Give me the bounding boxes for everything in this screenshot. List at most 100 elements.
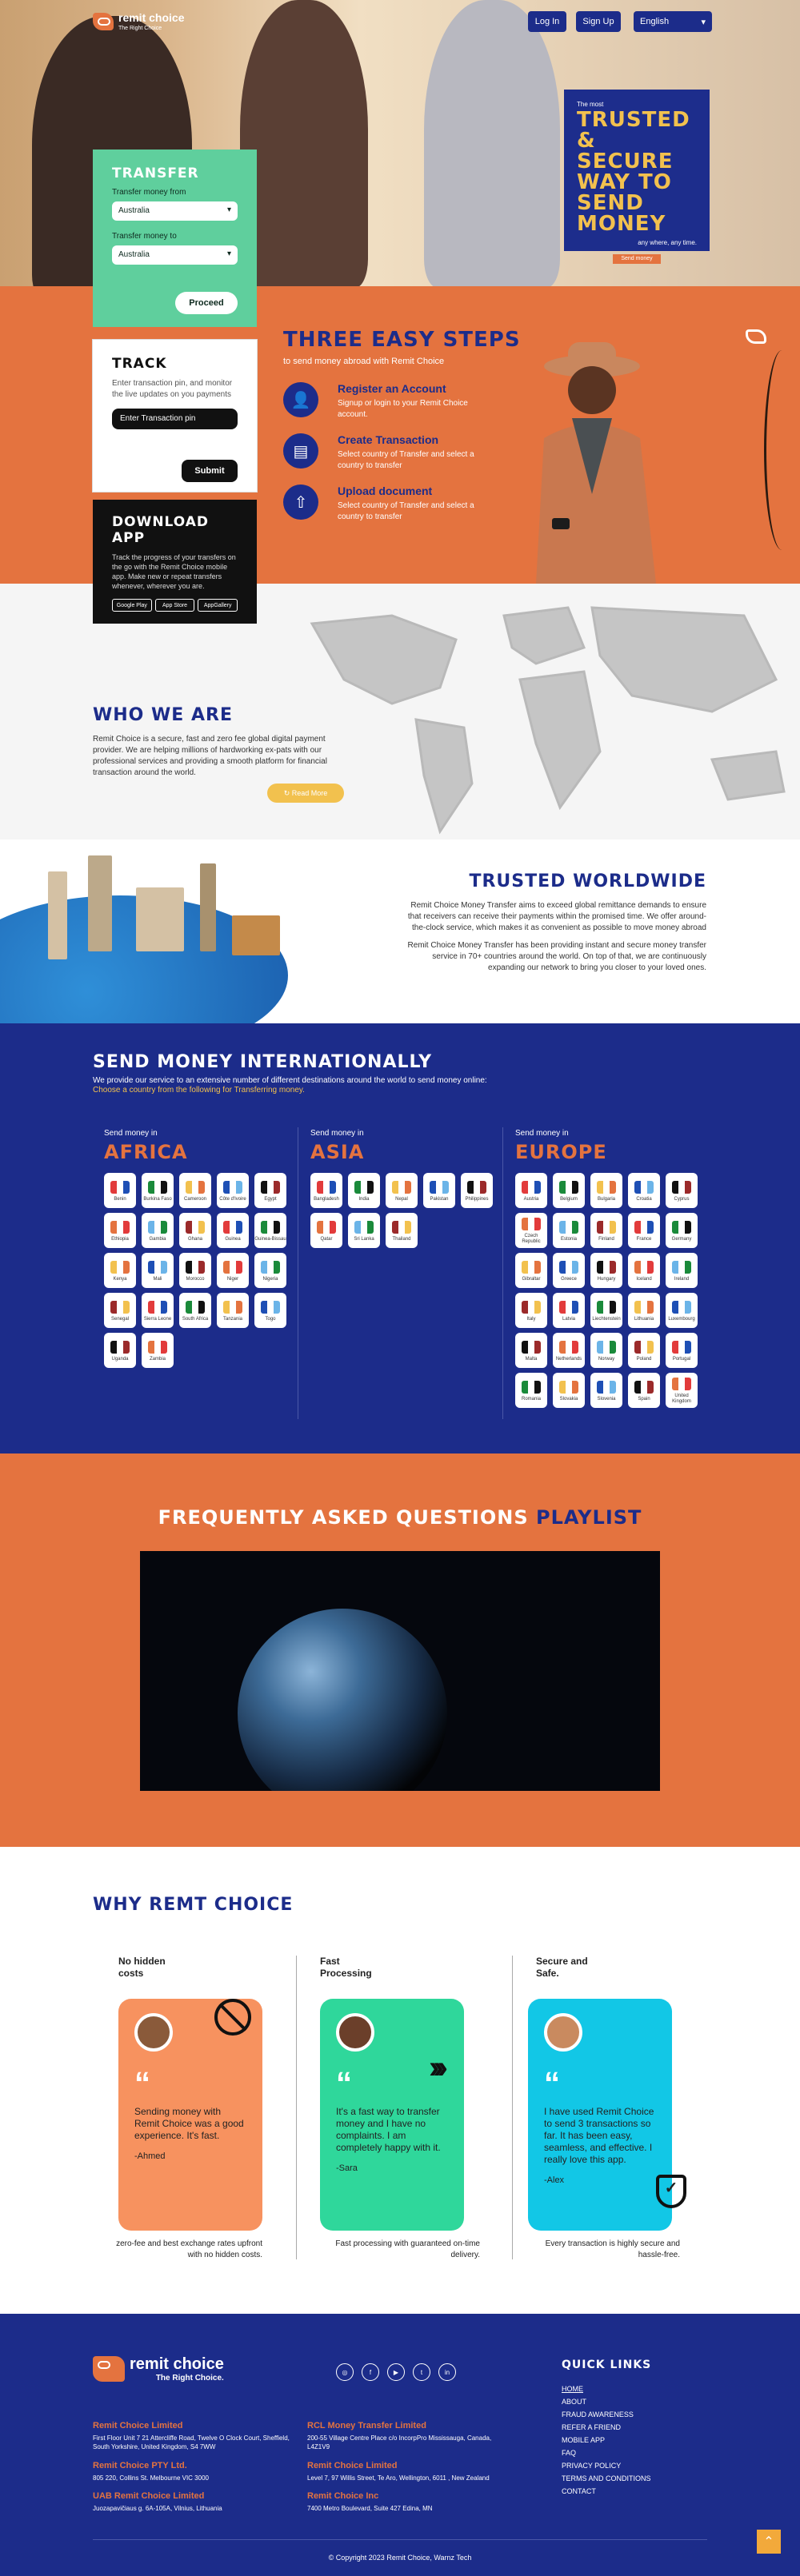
header-logo[interactable]: remit choice The Right Choice: [93, 11, 184, 31]
country-button[interactable]: Ethiopia: [104, 1213, 136, 1248]
country-button[interactable]: Greece: [553, 1253, 585, 1288]
country-button[interactable]: Mali: [142, 1253, 174, 1288]
app-store-badge[interactable]: App Store: [154, 599, 195, 612]
signup-button[interactable]: Sign Up: [576, 11, 621, 32]
country-button[interactable]: Guinea-Bissau: [254, 1213, 286, 1248]
footer-divider: [93, 2539, 707, 2540]
country-button[interactable]: Finland: [590, 1213, 622, 1248]
submit-button[interactable]: Submit: [182, 460, 238, 482]
country-button[interactable]: France: [628, 1213, 660, 1248]
country-button[interactable]: Liechtenstein: [590, 1293, 622, 1328]
instagram-icon[interactable]: ◎: [336, 2363, 354, 2381]
country-button[interactable]: Tanzania: [217, 1293, 249, 1328]
country-button[interactable]: Kenya: [104, 1253, 136, 1288]
country-button[interactable]: Netherlands: [553, 1333, 585, 1368]
country-button[interactable]: Egypt: [254, 1173, 286, 1208]
country-button[interactable]: Senegal: [104, 1293, 136, 1328]
country-button[interactable]: Cameroon: [179, 1173, 211, 1208]
country-button[interactable]: Qatar: [310, 1213, 342, 1248]
send-money-section: SEND MONEY INTERNATIONALLY We provide ou…: [0, 1023, 800, 1453]
country-button[interactable]: India: [348, 1173, 380, 1208]
poster-button[interactable]: Send money: [613, 254, 661, 264]
footer-link-about[interactable]: ABOUT: [562, 2395, 651, 2408]
country-button[interactable]: Ireland: [666, 1253, 698, 1288]
country-button[interactable]: Philippines: [461, 1173, 493, 1208]
language-select[interactable]: English ▾: [634, 11, 712, 32]
country-button[interactable]: Lithuania: [628, 1293, 660, 1328]
country-button[interactable]: Sierra Leone: [142, 1293, 174, 1328]
country-button[interactable]: Latvia: [553, 1293, 585, 1328]
country-button[interactable]: Malta: [515, 1333, 547, 1368]
twitter-icon[interactable]: t: [413, 2363, 430, 2381]
country-button[interactable]: Gambia: [142, 1213, 174, 1248]
footer-link-mobile[interactable]: MOBILE APP: [562, 2434, 651, 2446]
country-button[interactable]: Hungary: [590, 1253, 622, 1288]
country-button[interactable]: Togo: [254, 1293, 286, 1328]
footer-link-refer[interactable]: REFER A FRIEND: [562, 2421, 651, 2434]
youtube-icon[interactable]: ▶: [387, 2363, 405, 2381]
country-button[interactable]: Slovakia: [553, 1373, 585, 1408]
footer-link-privacy[interactable]: PRIVACY POLICY: [562, 2459, 651, 2472]
linkedin-icon[interactable]: in: [438, 2363, 456, 2381]
country-button[interactable]: Austria: [515, 1173, 547, 1208]
country-name: Finland: [598, 1236, 614, 1242]
country-button[interactable]: Croatia: [628, 1173, 660, 1208]
region-name: AFRICA: [104, 1141, 188, 1163]
proceed-button[interactable]: Proceed: [175, 292, 238, 314]
country-button[interactable]: Estonia: [553, 1213, 585, 1248]
country-button[interactable]: Bangladesh: [310, 1173, 342, 1208]
country-button[interactable]: Guinea: [217, 1213, 249, 1248]
footer-link-fraud[interactable]: FRAUD AWARENESS: [562, 2408, 651, 2421]
country-button[interactable]: Gibraltar: [515, 1253, 547, 1288]
country-button[interactable]: Norway: [590, 1333, 622, 1368]
country-button[interactable]: Burkina Faso: [142, 1173, 174, 1208]
footer-link-faq[interactable]: FAQ: [562, 2446, 651, 2459]
country-button[interactable]: Côte d'Ivoire: [217, 1173, 249, 1208]
country-button[interactable]: Belgium: [553, 1173, 585, 1208]
country-button[interactable]: Pakistan: [423, 1173, 455, 1208]
who-text: Remit Choice is a secure, fast and zero …: [93, 735, 327, 777]
country-button[interactable]: Slovenia: [590, 1373, 622, 1408]
country-button[interactable]: Czech Republic: [515, 1213, 547, 1248]
country-button[interactable]: Romania: [515, 1373, 547, 1408]
country-button[interactable]: Luxembourg: [666, 1293, 698, 1328]
country-button[interactable]: Portugal: [666, 1333, 698, 1368]
office-ca: RCL Money Transfer Limited 200-55 Village…: [307, 2421, 515, 2451]
from-country-select[interactable]: Australia: [112, 201, 238, 221]
country-button[interactable]: Italy: [515, 1293, 547, 1328]
facebook-icon[interactable]: f: [362, 2363, 379, 2381]
flag-icon: [186, 1260, 205, 1274]
country-button[interactable]: Morocco: [179, 1253, 211, 1288]
google-play-badge[interactable]: Google Play: [112, 599, 152, 612]
country-button[interactable]: Nepal: [386, 1173, 418, 1208]
country-button[interactable]: Zambia: [142, 1333, 174, 1368]
login-button[interactable]: Log In: [528, 11, 566, 32]
faq-video-player[interactable]: [140, 1551, 660, 1791]
country-button[interactable]: Spain: [628, 1373, 660, 1408]
footer-link-contact[interactable]: CONTACT: [562, 2485, 651, 2498]
to-country-select[interactable]: Australia: [112, 245, 238, 265]
country-button[interactable]: Sri Lanka: [348, 1213, 380, 1248]
country-button[interactable]: South Africa: [179, 1293, 211, 1328]
country-button[interactable]: Thailand: [386, 1213, 418, 1248]
scroll-to-top-button[interactable]: ⌃: [757, 2530, 781, 2554]
from-label: Transfer money from: [112, 188, 186, 197]
country-button[interactable]: Poland: [628, 1333, 660, 1368]
region-africa: Send money in AFRICA Benin Burkina Faso Ca…: [104, 1129, 293, 1368]
country-button[interactable]: Bulgaria: [590, 1173, 622, 1208]
country-button[interactable]: Nigeria: [254, 1253, 286, 1288]
footer-logo[interactable]: remit choice The Right Choice.: [93, 2355, 224, 2383]
read-more-button[interactable]: ↻ Read More: [267, 784, 344, 803]
country-button[interactable]: Benin: [104, 1173, 136, 1208]
country-button[interactable]: Ghana: [179, 1213, 211, 1248]
transaction-pin-input[interactable]: Enter Transaction pin: [112, 409, 238, 429]
country-button[interactable]: Cyprus: [666, 1173, 698, 1208]
footer-link-terms[interactable]: TERMS AND CONDITIONS: [562, 2472, 651, 2485]
country-button[interactable]: Niger: [217, 1253, 249, 1288]
country-button[interactable]: Germany: [666, 1213, 698, 1248]
country-button[interactable]: United Kingdom: [666, 1373, 698, 1408]
country-button[interactable]: Iceland: [628, 1253, 660, 1288]
footer-link-home[interactable]: HOME: [562, 2383, 651, 2395]
app-gallery-badge[interactable]: AppGallery: [198, 599, 238, 612]
country-button[interactable]: Uganda: [104, 1333, 136, 1368]
